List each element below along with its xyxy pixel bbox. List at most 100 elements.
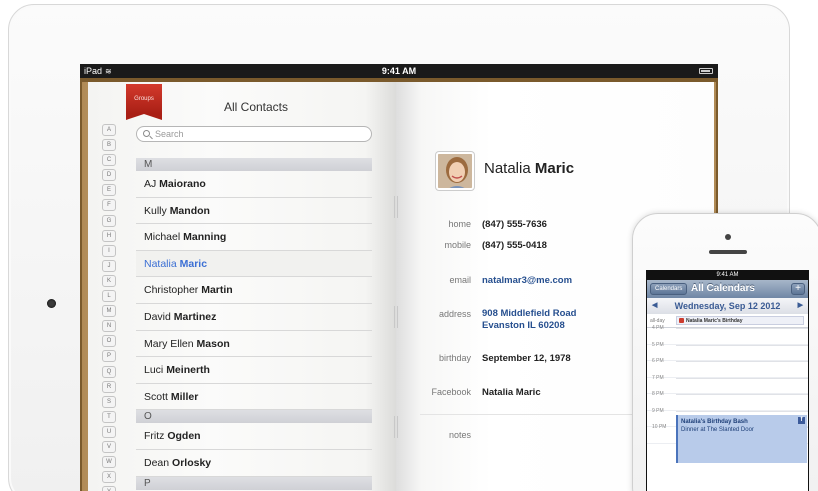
contact-row[interactable]: Fritz Ogden [136, 423, 372, 450]
home-label: home [448, 219, 471, 229]
index-letter[interactable]: D [102, 169, 116, 182]
index-letter[interactable]: S [102, 395, 116, 408]
index-letter[interactable]: F [102, 199, 116, 212]
index-letter[interactable]: V [102, 440, 116, 453]
contact-name: Natalia Maric [484, 160, 574, 177]
calendar-nav-bar: Calendars All Calendars + [647, 280, 808, 298]
section-header: P [136, 476, 372, 490]
email-link[interactable]: natalmar3@me.com [482, 275, 572, 286]
contact-first-name: Natalia [144, 257, 180, 270]
contact-first-name: AJ [144, 178, 160, 190]
hour-label: 5 PM [652, 341, 664, 348]
index-letter[interactable]: A [102, 124, 116, 136]
contact-row[interactable]: Dean Orlosky [136, 450, 372, 477]
ipad-screen: iPad ≋ 9:41 AM Groups All Contacts Search… [80, 64, 718, 491]
birthday-value: September 12, 1978 [482, 353, 571, 364]
contact-row[interactable]: Christopher Martin [136, 277, 372, 304]
add-event-button[interactable]: + [791, 283, 805, 295]
contact-first-name: Luci [144, 364, 167, 377]
iphone-camera [725, 234, 731, 240]
next-day-icon[interactable]: ▶ [798, 298, 803, 314]
contact-photo[interactable] [436, 152, 474, 190]
contact-last-name: Manning [183, 231, 227, 244]
ipad-camera [47, 299, 56, 308]
calendar-event[interactable]: f Natalia's Birthday Bash Dinner at The … [676, 415, 807, 463]
index-letter[interactable]: G [102, 214, 116, 227]
index-letter[interactable]: J [102, 259, 116, 272]
groups-button[interactable]: Groups [126, 84, 162, 120]
index-letter[interactable]: M [102, 305, 116, 318]
contact-first-name: David [144, 310, 174, 323]
index-letter[interactable]: U [102, 425, 116, 438]
index-letter[interactable]: R [102, 380, 116, 393]
contact-last-name: Maric [530, 160, 575, 177]
contact-row[interactable]: Kully Mandon [136, 198, 372, 225]
battery-icon [699, 68, 713, 74]
contact-row[interactable]: Luci Meinerth [136, 357, 372, 384]
all-day-event[interactable]: Natalia Maric's Birthday [676, 316, 804, 325]
contact-last-name: Maric [179, 257, 208, 270]
facebook-value[interactable]: Natalia Maric [482, 387, 541, 398]
contact-row[interactable]: David Martinez [136, 304, 372, 331]
prev-day-icon[interactable]: ◀ [652, 298, 657, 314]
contact-last-name: Meinerth [166, 364, 210, 377]
index-letter[interactable]: W [102, 456, 116, 469]
home-phone[interactable]: (847) 555-7636 [482, 219, 547, 230]
index-letter[interactable]: I [102, 244, 116, 257]
all-day-label: all-day [650, 318, 665, 324]
contact-last-name: Maiorano [159, 178, 206, 190]
contact-row[interactable]: Scott Miller [136, 384, 372, 411]
index-letter[interactable]: H [102, 229, 116, 242]
index-letter[interactable]: Q [102, 365, 116, 378]
facebook-icon: f [798, 417, 805, 424]
all-day-row: all-day Natalia Maric's Birthday [647, 314, 808, 328]
hour-label: 8 PM [652, 391, 664, 397]
mobile-phone[interactable]: (847) 555-0418 [482, 240, 547, 251]
mobile-label: mobile [444, 240, 471, 250]
contact-last-name: Mandon [169, 204, 210, 217]
hour-label: 6 PM [652, 358, 664, 364]
contact-row-selected[interactable]: Natalia Maric [136, 250, 372, 278]
alphabet-index[interactable]: ABCDEFGHIJKLMNOPQRSTUVWXY [102, 124, 116, 491]
list-title: All Contacts [223, 100, 289, 114]
search-icon [143, 130, 150, 137]
contact-photo-image [438, 154, 472, 188]
index-letter[interactable]: Y [102, 486, 116, 491]
iphone-status-bar: 9:41 AM [647, 271, 808, 280]
index-letter[interactable]: C [102, 154, 116, 167]
index-letter[interactable]: K [102, 274, 116, 287]
contact-first-name: Scott [144, 390, 171, 403]
contact-row[interactable]: AJ Maiorano [136, 171, 372, 198]
index-letter[interactable]: T [102, 410, 116, 423]
hour-label: 4 PM [652, 325, 664, 331]
current-date: Wednesday, Sep 12 2012 [674, 301, 781, 311]
search-input[interactable]: Search [136, 126, 372, 142]
stage: iPad ≋ 9:41 AM Groups All Contacts Search… [0, 0, 818, 491]
index-letter[interactable]: B [102, 139, 116, 152]
contact-last-name: Miller [170, 390, 199, 403]
index-letter[interactable]: E [102, 184, 116, 197]
facebook-label: Facebook [431, 387, 471, 397]
contact-row[interactable]: Michael Manning [136, 224, 372, 251]
ipad-status-bar: iPad ≋ 9:41 AM [80, 64, 718, 78]
notes-label[interactable]: notes [381, 430, 471, 440]
contact-last-name: Mason [196, 337, 230, 350]
search-placeholder: Search [155, 129, 184, 139]
contact-row[interactable]: Mary Ellen Mason [136, 331, 372, 358]
index-letter[interactable]: N [102, 320, 116, 333]
index-letter[interactable]: X [102, 471, 116, 484]
hour-row: 8 PM [647, 391, 808, 411]
contacts-list-page: Groups All Contacts Search ABCDEFGHIJKLM… [88, 82, 396, 491]
index-letter[interactable]: P [102, 350, 116, 363]
hour-row: 6 PM [647, 358, 808, 378]
index-letter[interactable]: L [102, 290, 116, 303]
contact-last-name: Martinez [173, 310, 217, 323]
hour-label: 10 PM [652, 424, 667, 430]
address-link[interactable]: 908 Middlefield Road Evanston IL 60208 [482, 308, 577, 332]
date-bar: ◀ Wednesday, Sep 12 2012 ▶ [647, 298, 808, 314]
contact-first-name: Dean [144, 456, 173, 469]
event-title: Natalia's Birthday Bash [681, 419, 748, 425]
contact-first-name: Kully [144, 204, 170, 217]
index-letter[interactable]: O [102, 335, 116, 348]
calendars-button[interactable]: Calendars [650, 283, 688, 295]
